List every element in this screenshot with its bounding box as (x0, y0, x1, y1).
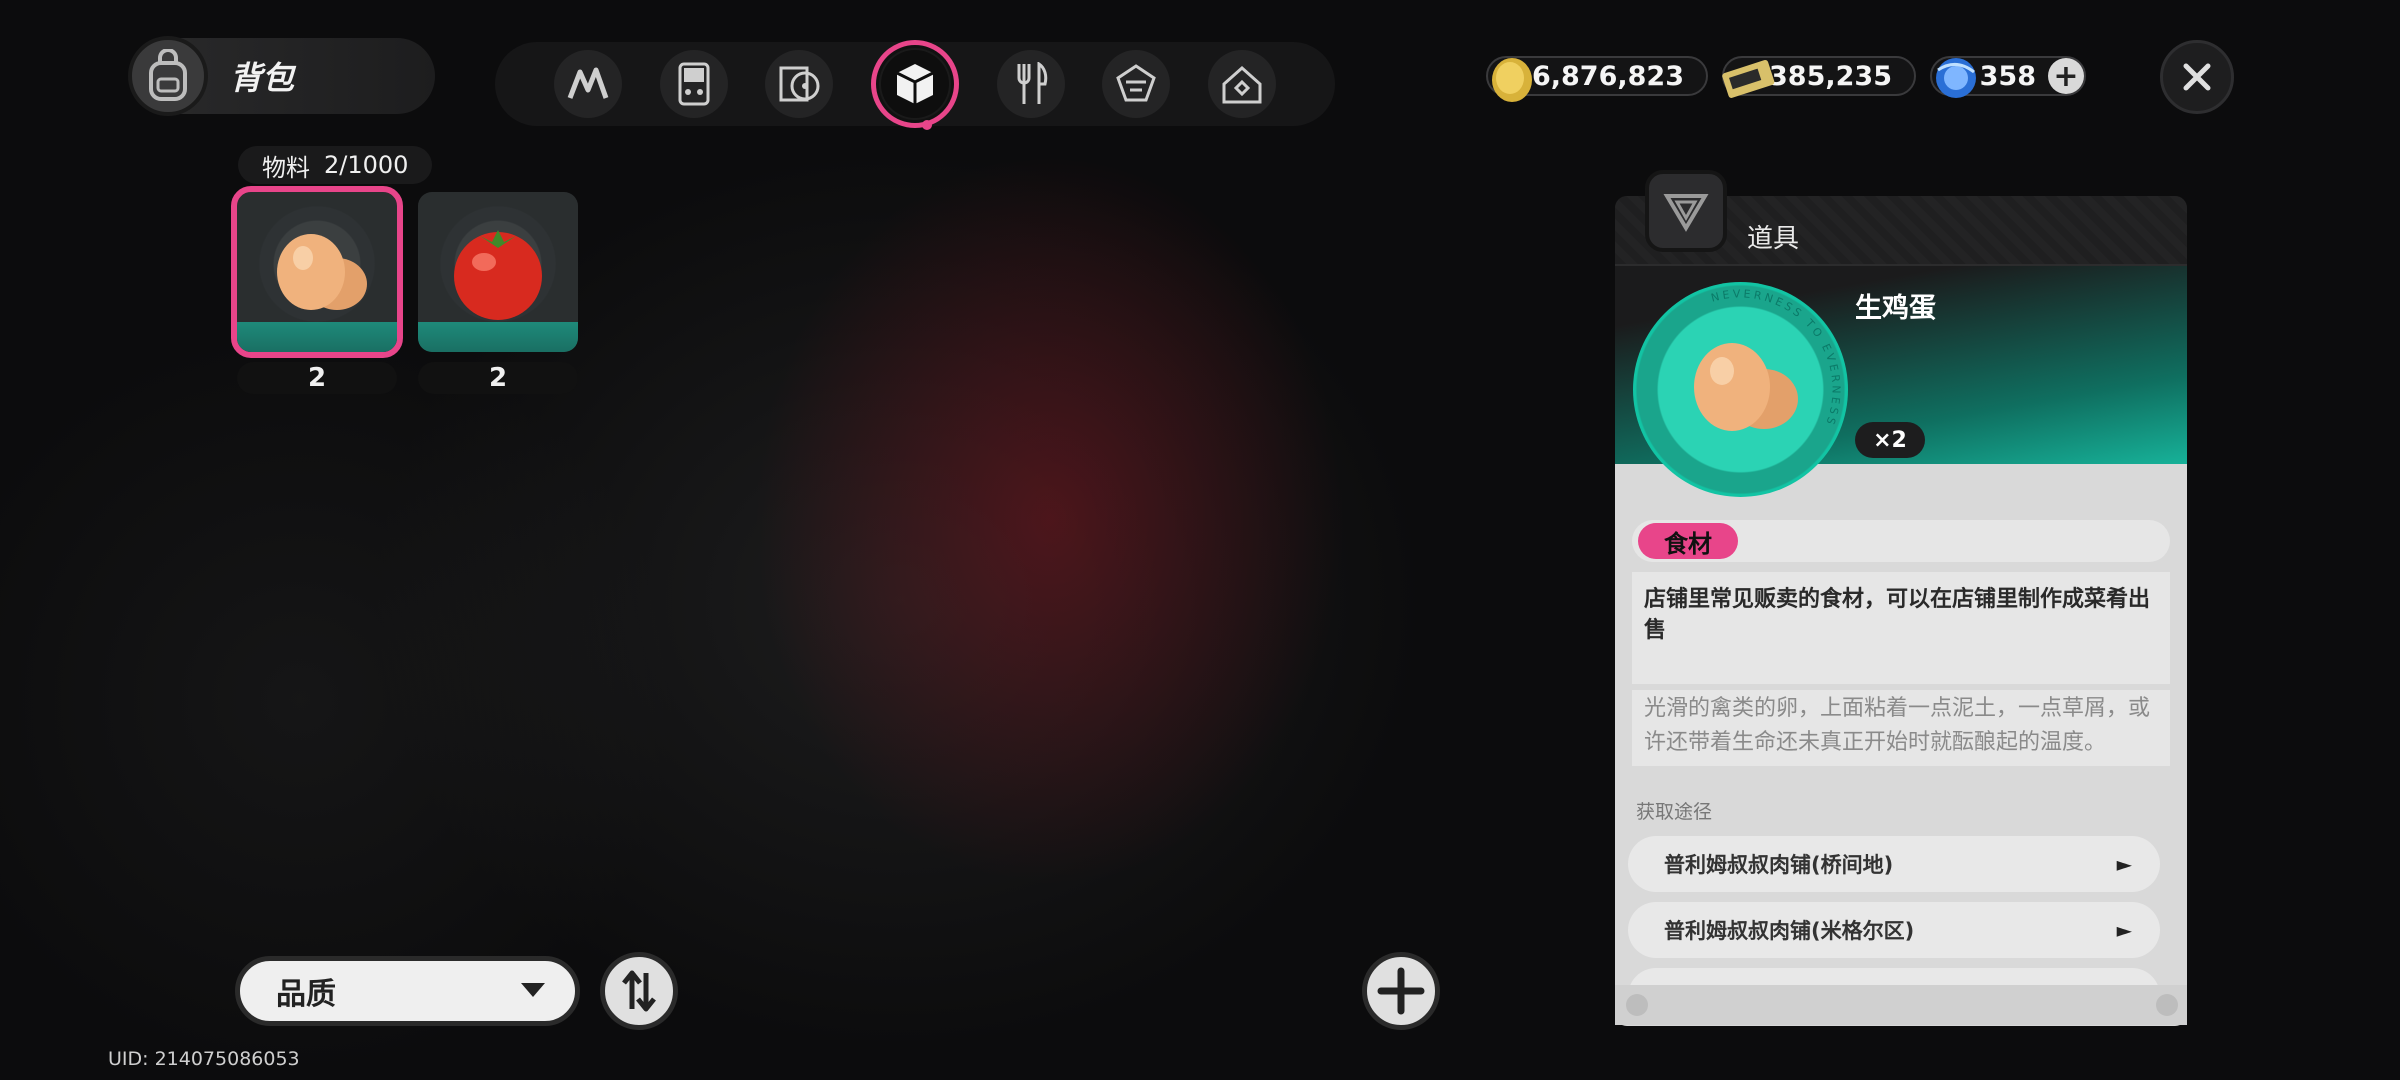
tab-food[interactable] (996, 50, 1065, 118)
footer-dot (1626, 994, 1648, 1016)
item-multiplier: ×2 (1855, 422, 1925, 458)
device-icon (678, 62, 710, 106)
source-label: 获取途径 (1636, 801, 1713, 823)
tab-home[interactable] (1208, 50, 1277, 118)
tab-material[interactable] (1102, 50, 1171, 118)
material-icon (1116, 64, 1157, 102)
plus-icon (1377, 967, 1425, 1015)
category-tabbar (495, 40, 1335, 128)
sort-quality-select[interactable]: 品质 (235, 956, 580, 1026)
close-icon (2183, 63, 2211, 91)
sort-order-button[interactable] (600, 952, 678, 1030)
currency-coins: 6,876,823 (1486, 56, 1708, 102)
chevron-down-icon (521, 983, 545, 997)
source-item[interactable]: 普利姆叔叔肉铺(桥间地) ► (1628, 836, 2160, 892)
inventory-category-label: 物料 (262, 153, 310, 182)
currency-crystals: 358 + (1930, 56, 2086, 98)
badge-ring-text: NEVERNESS TO EVERNESS (1710, 287, 1843, 429)
source-item-label: 普利姆叔叔肉铺(米格尔区) (1664, 919, 1915, 943)
sort-quality-label: 品质 (276, 977, 336, 1012)
cube-icon (896, 64, 934, 104)
panel-footer (1615, 985, 2187, 1025)
coins-value: 6,876,823 (1531, 60, 1684, 92)
tab-device[interactable] (659, 50, 728, 118)
item-slot-egg[interactable] (231, 186, 403, 358)
tickets-value: 385,235 (1769, 60, 1892, 92)
inventory-capacity: 2/1000 (324, 151, 409, 179)
tab-materials[interactable] (870, 40, 959, 128)
active-tab-indicator (922, 120, 932, 130)
source-item[interactable]: 普利姆叔叔肉铺(米格尔区) ► (1628, 902, 2160, 958)
user-id: UID: 214075086053 (108, 1048, 300, 1070)
tomato-icon (454, 230, 542, 320)
home-icon (1222, 65, 1262, 104)
crystal-icon (1936, 58, 1976, 98)
coin-icon (1492, 58, 1532, 102)
backpack-icon (128, 36, 208, 116)
tab-disc[interactable] (765, 50, 834, 118)
currency-tickets: 385,235 (1722, 56, 1916, 98)
egg-icon (277, 234, 367, 310)
inventory-count: 物料 2/1000 (238, 146, 433, 184)
item-tag-badge: 食材 (1638, 523, 1738, 559)
item-name: 生鸡蛋 (1855, 293, 1936, 324)
item-category: 道具 (1747, 224, 1800, 254)
crystals-value: 358 (1979, 60, 2036, 92)
chevron-right-icon: ► (2116, 852, 2132, 876)
add-button[interactable] (1362, 952, 1440, 1030)
chevron-right-icon: ► (2116, 918, 2132, 942)
fork-knife-icon (1017, 62, 1047, 104)
ticket-icon (1722, 59, 1775, 98)
item-slot-tomato[interactable] (418, 192, 578, 352)
sort-arrows-icon (622, 970, 656, 1012)
close-button[interactable] (2160, 40, 2234, 114)
item-description: 店铺里常见贩卖的食材，可以在店铺里制作成菜肴出售 (1632, 572, 2170, 684)
svg-text:NEVERNESS TO EVERNESS: NEVERNESS TO EVERNESS (1710, 287, 1843, 429)
item-qty-egg: 2 (237, 362, 397, 394)
source-item-label: 普利姆叔叔肉铺(桥间地) (1664, 853, 1894, 877)
disc-icon (779, 66, 820, 102)
page-title: 背包 (230, 59, 295, 97)
item-lore: 光滑的禽类的卵，上面粘着一点泥土，一点草屑，或许还带着生命还未真正开始时就酝酿起… (1632, 690, 2170, 766)
footer-dot (2156, 994, 2178, 1016)
bag-header: 背包 (128, 36, 435, 116)
tab-agent[interactable] (553, 50, 622, 118)
item-qty-tomato: 2 (418, 362, 578, 394)
category-badge-icon (1645, 170, 1727, 252)
agent-icon (567, 67, 609, 99)
add-crystals-button[interactable]: + (2048, 58, 2084, 94)
